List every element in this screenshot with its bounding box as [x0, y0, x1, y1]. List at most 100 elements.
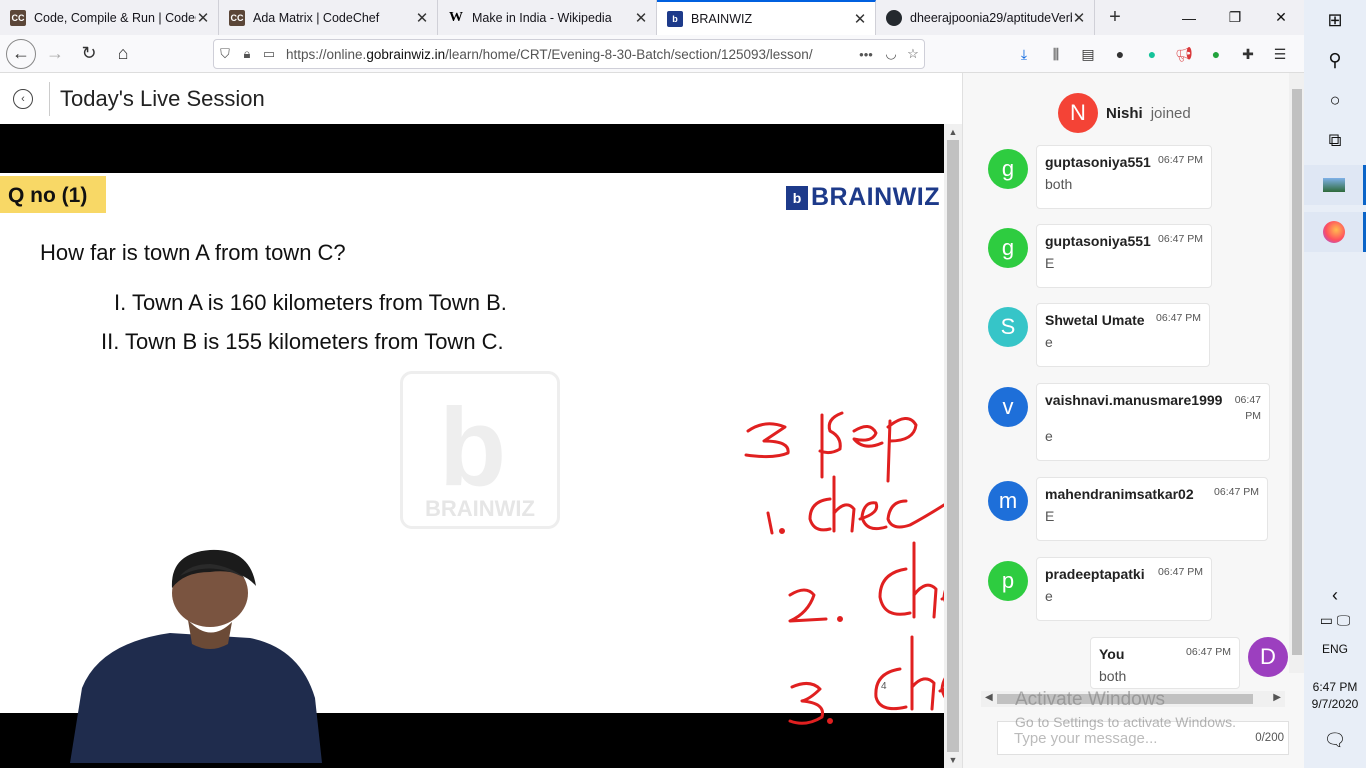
back-button[interactable]: ← [6, 38, 36, 69]
message-text: e [1045, 588, 1053, 604]
live-video[interactable]: Q no (1) b BRAINWIZ How far is town A fr… [0, 124, 944, 768]
message-time: 06:47 PM [1158, 154, 1203, 166]
network-icon[interactable]: ▭ 🖵︎ [1304, 600, 1366, 640]
account-icon[interactable]: ● [1104, 41, 1136, 67]
bookmark-star-icon[interactable]: ☆ [902, 46, 924, 62]
pocket-icon[interactable]: ◡ [880, 46, 902, 62]
page-title: Today's Live Session [60, 85, 265, 111]
megaphone-icon[interactable]: 📢︎ [1168, 41, 1200, 67]
navigation-bar: ← → ↻ ⌂ ⛉ 🔒︎ ▭ https://online.gobrainwiz… [0, 35, 1304, 73]
tab-title: Code, Compile & Run | CodeC [34, 10, 196, 25]
question-number: Q no (1) [0, 176, 106, 213]
message-time: 06:47 PM [1234, 394, 1261, 422]
close-icon[interactable]: ✕ [415, 9, 429, 27]
scrollbar-thumb[interactable] [947, 140, 959, 752]
chat-message: g guptasoniya551 06:47 PM both [988, 145, 1212, 209]
page-header: ‹ Today's Live Session [0, 73, 962, 124]
scroll-left-icon[interactable]: ◀ [985, 692, 993, 703]
photos-app-icon[interactable] [1304, 165, 1366, 205]
message-time: 06:47 PM [1214, 486, 1259, 498]
minimize-button[interactable]: — [1166, 0, 1212, 35]
menu-icon[interactable]: ☰ [1264, 41, 1296, 67]
extension-icon[interactable]: ● [1200, 41, 1232, 67]
notifications-icon[interactable]: 🗨︎ [1304, 720, 1366, 760]
message-text: E [1045, 508, 1055, 524]
windows-taskbar: ⊞ ⚲ ○ ⧉ ‹ ▭ 🖵︎ ENG 6:47 PM 9/7/2020 🗨︎ [1304, 0, 1366, 768]
tab-strip: CC Code, Compile & Run | CodeC ✕ CC Ada … [0, 0, 1304, 35]
chat-panel: N Nishi joined g guptasoniya551 06:47 PM… [962, 73, 1305, 768]
brainwiz-icon: b [667, 10, 683, 27]
search-icon[interactable]: ⚲ [1304, 40, 1366, 80]
download-icon[interactable]: ⤓ [1008, 41, 1040, 67]
statement-1: I. Town A is 160 kilometers from Town B. [114, 290, 507, 315]
back-circle-icon[interactable]: ‹ [13, 88, 33, 109]
new-tab-button[interactable]: + [1095, 0, 1135, 35]
reload-button[interactable]: ↻ [74, 39, 104, 69]
statement-2: II. Town B is 155 kilometers from Town C… [101, 329, 504, 354]
cortana-icon[interactable]: ○ [1304, 80, 1366, 120]
shield-icon[interactable]: ⛉ [214, 46, 236, 62]
firefox-icon[interactable] [1304, 212, 1366, 252]
tab-codechef-compile[interactable]: CC Code, Compile & Run | CodeC ✕ [0, 0, 219, 35]
lock-icon[interactable]: 🔒︎ [236, 46, 258, 62]
codechef-icon: CC [10, 9, 26, 26]
message-bubble: You 06:47 PM both [1090, 637, 1240, 689]
url-prefix: https://online. [286, 46, 367, 62]
handwritten-annotations [744, 411, 944, 725]
home-button[interactable]: ⌂ [108, 39, 138, 69]
scroll-down-icon[interactable]: ▼ [944, 755, 962, 765]
url-domain: gobrainwiz.in [366, 46, 446, 62]
char-counter: 0/200 [1255, 732, 1284, 744]
clock-date[interactable]: 9/7/2020 [1304, 697, 1366, 711]
restore-button[interactable]: ❐ [1212, 0, 1258, 35]
message-bubble: pradeeptapatki 06:47 PM e [1036, 557, 1212, 621]
url-bar[interactable]: ⛉ 🔒︎ ▭ https://online.gobrainwiz.in/lear… [213, 39, 925, 69]
tab-codechef-ada[interactable]: CC Ada Matrix | CodeChef ✕ [219, 0, 438, 35]
clock-time[interactable]: 6:47 PM [1304, 680, 1366, 694]
avatar: p [988, 561, 1028, 601]
sidebar-icon[interactable]: ▤ [1072, 41, 1104, 67]
brainwiz-logo-mark: b [786, 185, 808, 210]
tab-wikipedia[interactable]: W Make in India - Wikipedia ✕ [438, 0, 657, 35]
close-window-button[interactable]: ✕ [1258, 0, 1304, 35]
tab-title: Make in India - Wikipedia [472, 10, 612, 25]
scroll-right-icon[interactable]: ▶ [1273, 692, 1281, 703]
page-actions-icon[interactable]: ••• [852, 47, 880, 62]
chat-message: m mahendranimsatkar02 06:47 PM E [988, 477, 1268, 541]
grammarly-icon[interactable]: ● [1136, 41, 1168, 67]
wikipedia-icon: W [449, 9, 463, 25]
close-icon[interactable]: ✕ [634, 9, 648, 27]
page-info-icon[interactable]: ▭ [258, 46, 280, 62]
page-scrollbar[interactable]: ▲ ▼ [944, 124, 962, 768]
message-time: 06:47 PM [1158, 566, 1203, 578]
avatar: v [988, 387, 1028, 427]
message-bubble: vaishnavi.manusmare1999 06:47 PM e [1036, 383, 1270, 461]
tab-brainwiz[interactable]: b BRAINWIZ ✕ [657, 0, 876, 35]
windows-start-icon[interactable]: ⊞ [1304, 0, 1366, 40]
avatar: g [988, 228, 1028, 268]
url-path: /learn/home/CRT/Evening-8-30-Batch/secti… [445, 46, 813, 62]
activate-windows-subtitle: Go to Settings to activate Windows. [1015, 714, 1236, 730]
chat-scrollbar[interactable] [1289, 73, 1305, 673]
message-bubble: guptasoniya551 06:47 PM E [1036, 224, 1212, 288]
close-icon[interactable]: ✕ [853, 10, 867, 28]
tab-title: Ada Matrix | CodeChef [253, 10, 380, 25]
close-icon[interactable]: ✕ [196, 9, 210, 27]
scroll-up-icon[interactable]: ▲ [944, 127, 962, 137]
message-text: E [1045, 255, 1055, 271]
chat-message: g guptasoniya551 06:47 PM E [988, 224, 1212, 288]
close-icon[interactable]: ✕ [1072, 9, 1086, 27]
message-time: 06:47 PM [1158, 233, 1203, 245]
message-text: e [1045, 428, 1053, 444]
library-icon[interactable]: ⫼ [1040, 41, 1072, 67]
message-input-placeholder: Type your message... [1014, 729, 1158, 747]
extensions-icon[interactable]: ✚ [1232, 41, 1264, 67]
tab-github[interactable]: dheerajpoonia29/aptitudeVerb ✕ [876, 0, 1095, 35]
scrollbar-thumb[interactable] [1292, 89, 1302, 655]
url-text[interactable]: https://online.gobrainwiz.in/learn/home/… [286, 47, 852, 62]
activate-windows-title: Activate Windows [1015, 689, 1165, 710]
task-view-icon[interactable]: ⧉ [1304, 120, 1366, 160]
language-indicator[interactable]: ENG [1304, 642, 1366, 656]
forward-button[interactable]: → [40, 39, 70, 69]
tab-title: BRAINWIZ [691, 11, 753, 26]
